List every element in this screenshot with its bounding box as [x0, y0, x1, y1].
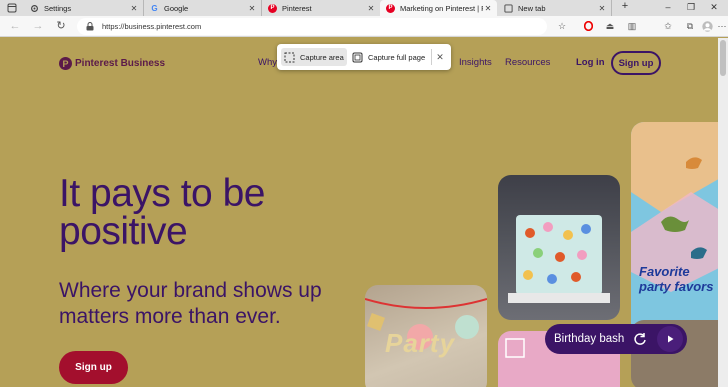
play-icon[interactable] — [657, 326, 683, 352]
forward-button[interactable]: → — [31, 19, 45, 33]
pinterest-icon: P — [268, 3, 277, 13]
new-tab-icon — [504, 3, 513, 13]
profile-avatar-icon[interactable] — [701, 20, 713, 32]
close-icon[interactable]: ✕ — [597, 4, 607, 13]
close-window-button[interactable]: ✕ — [708, 2, 720, 13]
cake-image[interactable] — [498, 175, 620, 320]
signup-button[interactable]: Sign up — [611, 51, 661, 75]
back-button[interactable]: ← — [8, 19, 22, 33]
tab-strip: Settings ✕ G Google ✕ P Pinterest ✕ P Ma… — [0, 0, 728, 16]
tab-label: Settings — [44, 3, 72, 13]
scrollbar-thumb[interactable] — [720, 40, 726, 76]
login-link[interactable]: Log in — [576, 57, 605, 68]
new-tab-button[interactable]: + — [619, 0, 631, 12]
capture-area-icon — [284, 52, 295, 63]
capture-full-page-button[interactable]: Capture full page — [349, 48, 428, 66]
opera-extension-icon[interactable] — [582, 20, 594, 32]
brand-name: Pinterest Business — [75, 58, 166, 69]
url-text: https://business.pinterest.com — [102, 22, 202, 31]
favors-image[interactable] — [631, 122, 718, 342]
board-pill[interactable]: Birthday bash — [545, 324, 687, 354]
capture-close-icon[interactable]: ✕ — [434, 49, 446, 65]
hero-signup-button[interactable]: Sign up — [59, 351, 128, 384]
immersive-reader-icon[interactable]: ☆ — [556, 20, 568, 32]
nav-why[interactable]: Why — [258, 57, 277, 68]
minimize-button[interactable]: – — [662, 2, 674, 12]
brand-logo[interactable]: P Pinterest Business — [59, 57, 165, 70]
tab-label: Google — [164, 3, 189, 13]
tab-settings[interactable]: Settings ✕ — [24, 0, 144, 16]
nav-resources[interactable]: Resources — [505, 57, 550, 68]
google-icon: G — [151, 3, 158, 13]
tab-label: New tab — [518, 3, 546, 13]
pinterest-icon: P — [386, 3, 395, 13]
tab-actions-icon[interactable] — [7, 3, 17, 13]
extension-icon[interactable]: ⏏ — [604, 20, 616, 32]
capture-area-label: Capture area — [300, 52, 344, 62]
address-bar: ← → ↻ https://business.pinterest.com ☆ ⏏… — [0, 16, 728, 37]
capture-full-page-label: Capture full page — [368, 52, 426, 62]
collections-icon[interactable]: ⧉ — [684, 20, 696, 32]
restore-button[interactable]: ❐ — [685, 2, 697, 13]
hero-subtitle: Where your brand shows up matters more t… — [59, 279, 322, 328]
extensions-puzzle-icon[interactable]: ▥ — [626, 20, 638, 32]
page-content: P Pinterest Business Why Insights Resour… — [0, 38, 718, 387]
tab-marketing-on-pinterest[interactable]: P Marketing on Pinterest | Pinte ✕ — [380, 0, 497, 16]
refresh-icon[interactable] — [630, 329, 650, 349]
tab-new-tab[interactable]: New tab ✕ — [498, 0, 612, 16]
nav-insights[interactable]: Insights — [459, 57, 492, 68]
url-field[interactable]: https://business.pinterest.com — [77, 18, 547, 35]
more-menu-icon[interactable]: ⋯ — [718, 20, 727, 32]
settings-icon — [30, 4, 39, 13]
close-icon[interactable]: ✕ — [366, 4, 376, 13]
tab-google[interactable]: G Google ✕ — [144, 0, 262, 16]
tab-label: Marketing on Pinterest | Pinte — [400, 3, 483, 13]
hero-title: It pays to be positive — [59, 172, 265, 253]
capture-divider — [431, 49, 432, 65]
capture-area-button[interactable]: Capture area — [281, 48, 347, 66]
refresh-button[interactable]: ↻ — [54, 19, 68, 33]
pinterest-logo-icon: P — [59, 57, 72, 70]
favors-text: Favorite party favors — [639, 264, 714, 294]
close-icon[interactable]: ✕ — [247, 4, 257, 13]
scrollbar[interactable] — [718, 38, 728, 387]
favorites-icon[interactable]: ✩ — [662, 20, 674, 32]
tab-label: Pinterest — [282, 3, 312, 13]
close-icon[interactable]: ✕ — [483, 4, 493, 13]
close-icon[interactable]: ✕ — [129, 4, 139, 13]
lock-icon — [84, 21, 96, 33]
board-label: Birthday bash — [554, 333, 625, 345]
party-text: Party — [385, 328, 456, 358]
tab-pinterest[interactable]: P Pinterest ✕ — [262, 0, 380, 16]
capture-full-page-icon — [352, 52, 363, 63]
